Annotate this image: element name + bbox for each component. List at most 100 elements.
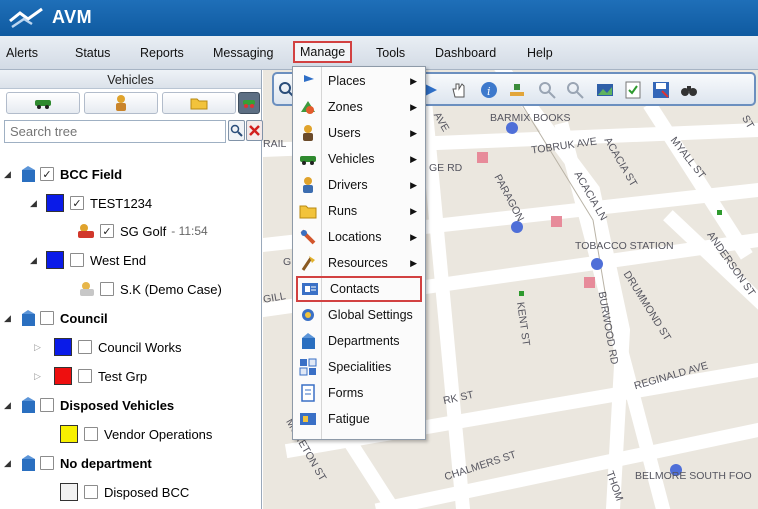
collapse-triangle-icon[interactable]: ▷ (34, 371, 46, 382)
building-icon (22, 455, 35, 471)
image-icon[interactable] (596, 81, 614, 99)
menu-alerts[interactable]: Alerts (6, 46, 38, 60)
checkbox[interactable] (78, 369, 92, 383)
info-icon[interactable]: i (480, 81, 498, 99)
vehicle-person-icon (78, 224, 94, 238)
tree-item-sk-demo-case[interactable]: S.K (Demo Case) (78, 278, 222, 300)
menu-status[interactable]: Status (75, 46, 110, 60)
menu-item-label: Specialities (328, 360, 392, 374)
tree-item-test1234[interactable]: ◢ ✓ TEST1234 (30, 192, 152, 214)
map-label: BELMORE SOUTH FOO (635, 470, 752, 482)
menu-tools[interactable]: Tools (376, 46, 405, 60)
zoom-out-icon[interactable] (566, 81, 584, 99)
clear-search-button[interactable] (246, 120, 263, 141)
building-icon (22, 166, 35, 182)
measure-icon[interactable] (508, 81, 526, 99)
menu-item-vehicles[interactable]: Vehicles ▶ (293, 146, 425, 172)
menu-item-label: Forms (328, 386, 364, 400)
menu-item-label: Zones (328, 100, 363, 114)
menu-item-label: Drivers (328, 178, 368, 192)
menu-item-global-settings[interactable]: Global Settings (293, 302, 425, 328)
menu-item-runs[interactable]: Runs ▶ (293, 198, 425, 224)
menu-item-resources[interactable]: Resources ▶ (293, 250, 425, 276)
tree-item-bcc-field[interactable]: ◢ ✓ BCC Field (4, 163, 122, 185)
tab-selected[interactable] (238, 92, 260, 114)
checkbox[interactable]: ✓ (70, 196, 84, 210)
menu-item-zones[interactable]: Zones ▶ (293, 94, 425, 120)
tree-item-council-works[interactable]: ▷ Council Works (34, 336, 182, 358)
expand-triangle-icon[interactable]: ◢ (4, 169, 16, 180)
zones-icon (301, 101, 315, 114)
checkbox[interactable] (100, 282, 114, 296)
checkbox[interactable] (84, 485, 98, 499)
checkbox[interactable] (40, 398, 54, 412)
menu-messaging[interactable]: Messaging (213, 46, 273, 60)
expand-triangle-icon[interactable]: ◢ (30, 198, 42, 209)
tree-item-label: SG Golf (120, 223, 167, 239)
menu-bar: Alerts Status Reports Messaging Manage T… (0, 36, 758, 70)
tree-item-disposed-vehicles[interactable]: ◢ Disposed Vehicles (4, 394, 174, 416)
checkbox[interactable]: ✓ (40, 167, 54, 181)
tree-item-test-grp[interactable]: ▷ Test Grp (34, 365, 147, 387)
tree-item-sg-golf[interactable]: ✓ SG Golf - 11:54 (76, 220, 208, 242)
menu-item-drivers[interactable]: Drivers ▶ (293, 172, 425, 198)
contacts-icon (302, 283, 318, 295)
menu-item-label: Places (328, 74, 366, 88)
menu-item-fatigue[interactable]: Fatigue (293, 406, 425, 432)
menu-item-users[interactable]: Users ▶ (293, 120, 425, 146)
vehicles-sidebar: Vehicles ◢ ✓ BCC Field ◢ ✓ TEST1234 ✓ (0, 70, 263, 509)
menu-item-label: Runs (328, 204, 358, 218)
menu-item-label: Contacts (330, 282, 380, 296)
search-tree-input[interactable] (4, 120, 226, 143)
menu-item-specialities[interactable]: Specialities (293, 354, 425, 380)
menu-help[interactable]: Help (527, 46, 553, 60)
expand-triangle-icon[interactable]: ◢ (4, 458, 16, 469)
binoculars-icon[interactable] (680, 81, 698, 99)
tree-item-no-department[interactable]: ◢ No department (4, 452, 152, 474)
menu-reports[interactable]: Reports (140, 46, 184, 60)
tab-vehicles[interactable] (6, 92, 80, 114)
checkbox[interactable] (40, 311, 54, 325)
menu-item-locations[interactable]: Locations ▶ (293, 224, 425, 250)
tree-item-label: Disposed BCC (104, 484, 190, 500)
expand-triangle-icon[interactable]: ◢ (30, 255, 42, 266)
tree-item-label: BCC Field (60, 166, 123, 182)
close-icon (249, 125, 260, 136)
collapse-triangle-icon[interactable]: ▷ (34, 342, 46, 353)
sidebar-header: Vehicles (0, 70, 261, 89)
checkbox[interactable] (84, 427, 98, 441)
pan-hand-icon[interactable] (450, 81, 468, 99)
menu-item-places[interactable]: Places ▶ (293, 68, 425, 94)
menu-item-contacts[interactable]: Contacts (296, 276, 422, 302)
menu-item-label: Global Settings (328, 308, 413, 322)
app-title: AVM (52, 7, 93, 27)
menu-manage[interactable]: Manage (293, 41, 353, 63)
checkbox[interactable] (40, 456, 54, 470)
tree-item-vendor-operations[interactable]: Vendor Operations (60, 423, 212, 445)
tree-item-label: Disposed Vehicles (60, 397, 175, 413)
title-bar: AVM (0, 0, 758, 36)
tree-item-label: Test Grp (98, 368, 148, 384)
expand-triangle-icon[interactable]: ◢ (4, 400, 16, 411)
checkbox[interactable]: ✓ (100, 224, 114, 238)
tree-item-west-end[interactable]: ◢ West End (30, 249, 146, 271)
map-label: TOBACCO STATION (575, 240, 674, 252)
building-icon (22, 310, 35, 326)
tab-runs[interactable] (162, 92, 236, 114)
search-button[interactable] (228, 120, 245, 141)
menu-item-departments[interactable]: Departments (293, 328, 425, 354)
checkbox[interactable] (70, 253, 84, 267)
save-icon[interactable] (652, 81, 670, 99)
checklist-icon[interactable] (624, 81, 642, 99)
tree-item-council[interactable]: ◢ Council (4, 307, 108, 329)
expand-triangle-icon[interactable]: ◢ (4, 313, 16, 324)
tab-drivers[interactable] (84, 92, 158, 114)
zoom-in-icon[interactable] (538, 81, 556, 99)
tree-item-disposed-bcc[interactable]: Disposed BCC (60, 481, 189, 503)
menu-item-forms[interactable]: Forms (293, 380, 425, 406)
svg-text:i: i (487, 85, 491, 98)
submenu-arrow-icon: ▶ (410, 231, 417, 242)
menu-dashboard[interactable]: Dashboard (435, 46, 496, 60)
checkbox[interactable] (78, 340, 92, 354)
sidebar-tabs (4, 90, 260, 116)
